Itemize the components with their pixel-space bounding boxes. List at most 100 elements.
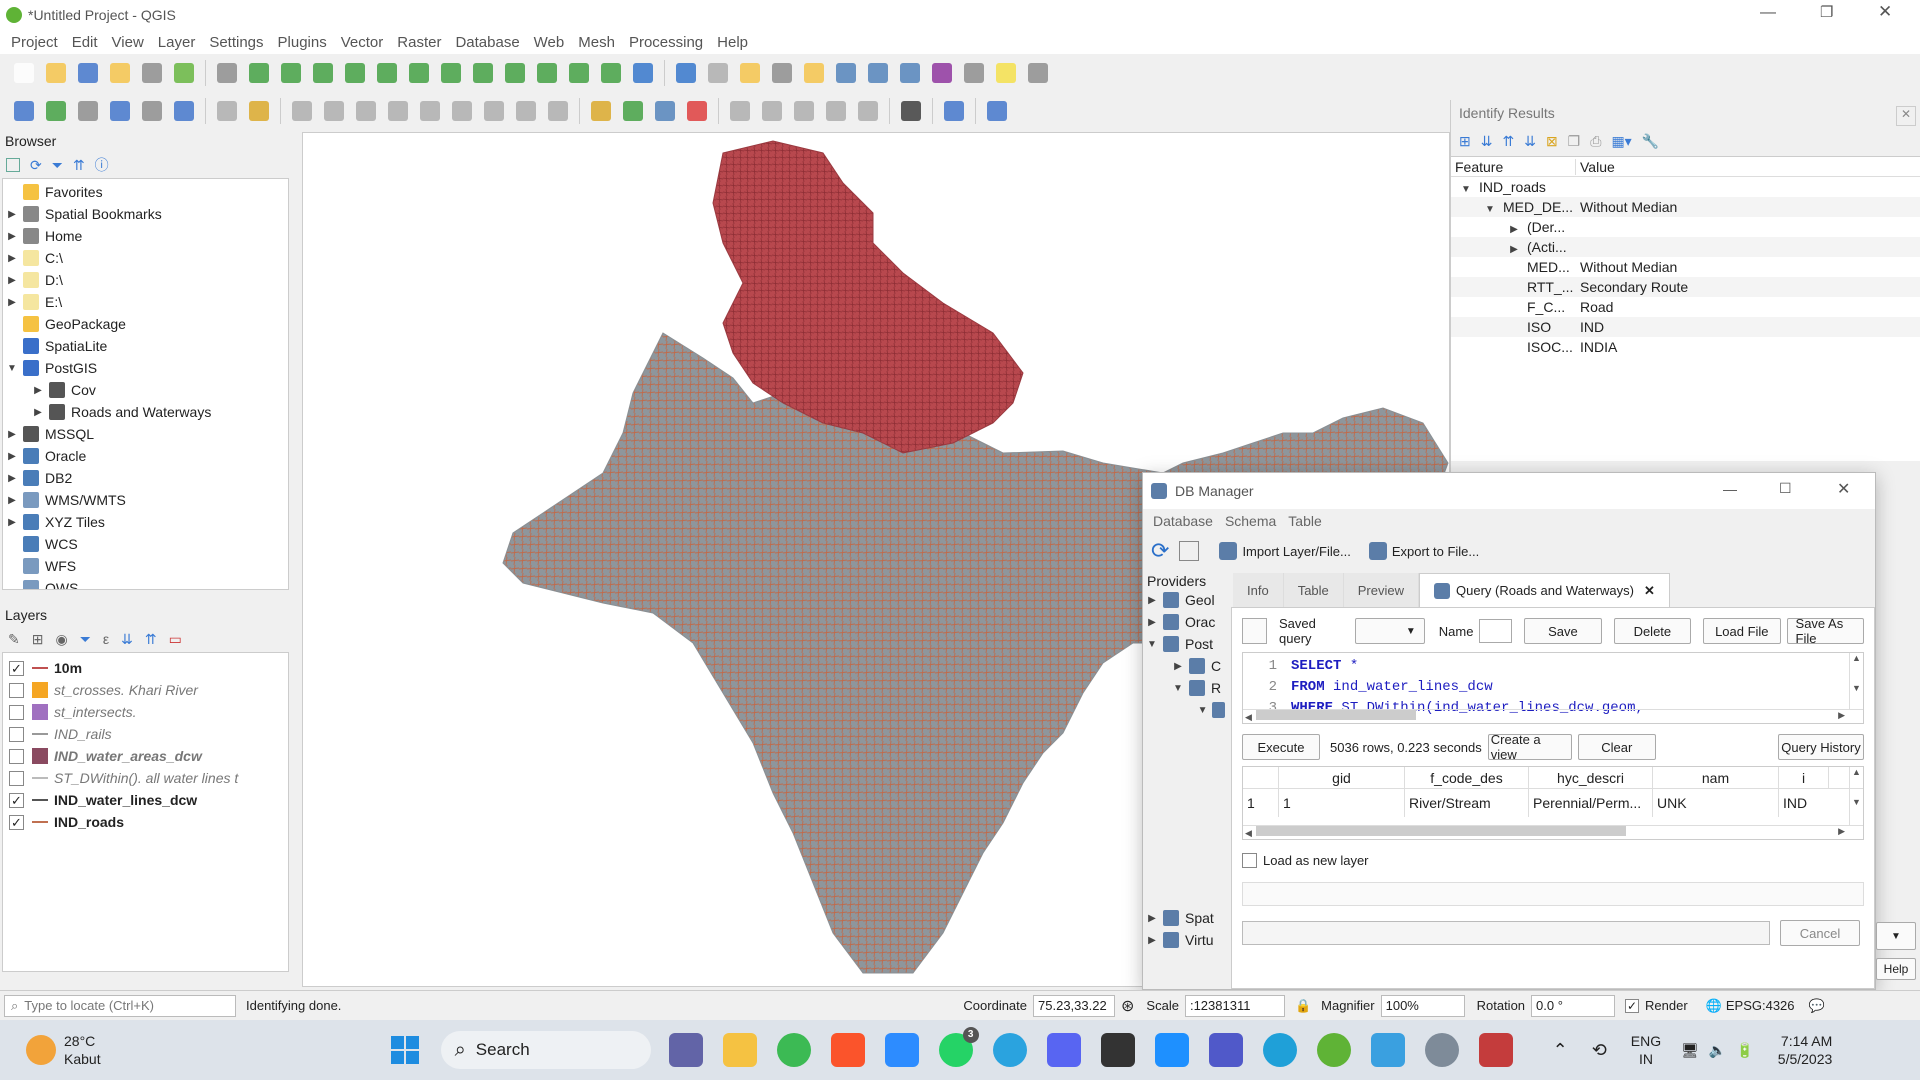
menu-vector[interactable]: Vector	[334, 34, 391, 51]
expand-arrow-icon[interactable]: ▶	[1507, 244, 1521, 255]
plugin-icon[interactable]	[897, 97, 925, 125]
merge-icon[interactable]	[854, 97, 882, 125]
chrome-icon[interactable]	[776, 1033, 811, 1067]
identify-row[interactable]: ISO IND	[1451, 317, 1920, 337]
sql-window-icon[interactable]	[1179, 541, 1200, 561]
browser-item-c-[interactable]: ▶ C:\	[3, 247, 288, 269]
layer-visibility-checkbox[interactable]: ✓	[9, 792, 24, 808]
import-layer-button[interactable]: Import Layer/File...	[1219, 542, 1351, 560]
crs-label[interactable]: EPSG:4326	[1726, 998, 1795, 1013]
expand-arrow-icon[interactable]: ▶	[5, 429, 19, 440]
qgis-taskbar-icon[interactable]	[1316, 1033, 1351, 1067]
saved-query-dropdown[interactable]: ▼	[1355, 618, 1425, 644]
weather-icon[interactable]	[26, 1035, 56, 1065]
menu-project[interactable]: Project	[4, 34, 65, 51]
column-header[interactable]: hyc_descri	[1529, 767, 1653, 788]
db-close-button[interactable]: ✕	[1837, 479, 1850, 499]
browser-item-cov[interactable]: ▶ Cov	[3, 379, 288, 401]
identify-close-icon[interactable]: ✕	[1896, 106, 1916, 126]
expand-arrow-icon[interactable]: ▶	[1507, 224, 1521, 235]
expand-arrow-icon[interactable]: ▼	[1459, 184, 1473, 195]
db-menu-table[interactable]: Table	[1282, 513, 1327, 529]
layer-item[interactable]: IND_rails	[3, 723, 288, 745]
db-maximize-button[interactable]: ☐	[1779, 480, 1792, 497]
select-value-icon[interactable]	[800, 59, 828, 87]
toggle-edit-icon[interactable]	[245, 97, 273, 125]
expand-all-icon[interactable]: ⇊	[1524, 133, 1536, 150]
manage-themes-icon[interactable]: ◉	[55, 631, 67, 648]
telegram-icon[interactable]	[992, 1033, 1027, 1067]
identify-row[interactable]: ▶ (Acti...	[1451, 237, 1920, 257]
rotation-field[interactable]: 0.0 °	[1531, 994, 1616, 1017]
column-header[interactable]: i	[1779, 767, 1829, 788]
db-menu-database[interactable]: Database	[1147, 513, 1219, 529]
layer-item[interactable]: ✓ IND_water_lines_dcw	[3, 789, 288, 811]
split-icon[interactable]	[822, 97, 850, 125]
expand-arrow-icon[interactable]: ▶	[1171, 661, 1185, 672]
layout-manager-icon[interactable]	[138, 59, 166, 87]
expand-all-icon[interactable]: ⇊	[121, 631, 133, 648]
statistics-icon[interactable]	[960, 59, 988, 87]
expand-arrow-icon[interactable]: ▶	[5, 517, 19, 528]
globe-icon[interactable]: 🌐	[1706, 998, 1722, 1014]
expand-arrow-icon[interactable]: ▶	[5, 451, 19, 462]
tab-info[interactable]: Info	[1233, 573, 1284, 607]
menu-settings[interactable]: Settings	[202, 34, 270, 51]
results-vertical-scrollbar[interactable]: ▲ ▼	[1849, 767, 1863, 825]
print-icon[interactable]: ⎙	[1590, 133, 1601, 150]
expand-arrow-icon[interactable]: ▼	[1197, 705, 1208, 716]
identify-row[interactable]: F_C... Road	[1451, 297, 1920, 317]
expand-arrow-icon[interactable]: ▶	[5, 473, 19, 484]
discord-icon[interactable]	[1046, 1033, 1081, 1067]
clock[interactable]: 7:14 AM 5/5/2023	[1778, 1032, 1833, 1068]
language-indicator[interactable]: ENG IN	[1631, 1032, 1661, 1068]
current-edits-icon[interactable]	[213, 97, 241, 125]
expand-arrow-icon[interactable]: ▶	[5, 297, 19, 308]
provider-item[interactable]: ▶ Orac	[1143, 611, 1231, 633]
execute-button[interactable]: Execute	[1242, 734, 1320, 760]
undo-icon[interactable]	[544, 97, 572, 125]
close-button[interactable]: ✕	[1878, 2, 1892, 22]
expand-arrow-icon[interactable]: ▶	[5, 231, 19, 242]
browser-item-home[interactable]: ▶ Home	[3, 225, 288, 247]
expand-arrow-icon[interactable]: ▼	[1171, 683, 1185, 694]
zoom-icon[interactable]	[884, 1033, 919, 1067]
save-button[interactable]: Save	[1524, 618, 1602, 644]
menu-mesh[interactable]: Mesh	[571, 34, 622, 51]
browser-item-e-[interactable]: ▶ E:\	[3, 291, 288, 313]
add-raster-icon[interactable]	[74, 97, 102, 125]
bookmark-new-icon[interactable]	[597, 59, 625, 87]
add-group-icon[interactable]: ⊞	[32, 631, 44, 648]
label-icon[interactable]	[587, 97, 615, 125]
layer-visibility-checkbox[interactable]	[9, 726, 24, 742]
expand-arrow-icon[interactable]: ▶	[1145, 617, 1159, 628]
copy-feat-icon[interactable]	[480, 97, 508, 125]
browser-item-spatialite[interactable]: SpatiaLite	[3, 335, 288, 357]
battery-icon[interactable]: 🔋	[1736, 1042, 1753, 1059]
menu-raster[interactable]: Raster	[390, 34, 448, 51]
temporal-icon[interactable]	[565, 59, 593, 87]
start-icon[interactable]	[390, 1036, 419, 1064]
add-virtual-icon[interactable]	[170, 97, 198, 125]
expand-arrow-icon[interactable]: ▶	[1145, 935, 1159, 946]
filter-legend-icon[interactable]: ⏷	[80, 631, 91, 648]
measure-icon[interactable]	[992, 59, 1020, 87]
layer-visibility-checkbox[interactable]: ✓	[9, 660, 24, 676]
label-pin-icon[interactable]	[651, 97, 679, 125]
chevron-up-icon[interactable]: ⌃	[1553, 1040, 1568, 1061]
deselect-icon[interactable]	[832, 59, 860, 87]
new-project-icon[interactable]	[10, 59, 38, 87]
whatsapp-icon[interactable]: 3	[938, 1027, 979, 1067]
terminal-icon[interactable]	[1100, 1033, 1135, 1067]
browser-item-xyz-tiles[interactable]: ▶ XYZ Tiles	[3, 511, 288, 533]
minimize-button[interactable]: —	[1760, 4, 1776, 22]
copy-icon[interactable]: ❐	[1568, 133, 1581, 150]
panel-dropdown[interactable]: ▼	[1876, 922, 1916, 950]
zoom-next-icon[interactable]	[501, 59, 529, 87]
menu-plugins[interactable]: Plugins	[271, 34, 334, 51]
lock-icon[interactable]: 🔒	[1295, 998, 1311, 1014]
attribute-table-icon[interactable]	[864, 59, 892, 87]
add-vector-icon[interactable]	[42, 97, 70, 125]
style-manager-icon[interactable]	[170, 59, 198, 87]
tab-table[interactable]: Table	[1284, 573, 1344, 607]
